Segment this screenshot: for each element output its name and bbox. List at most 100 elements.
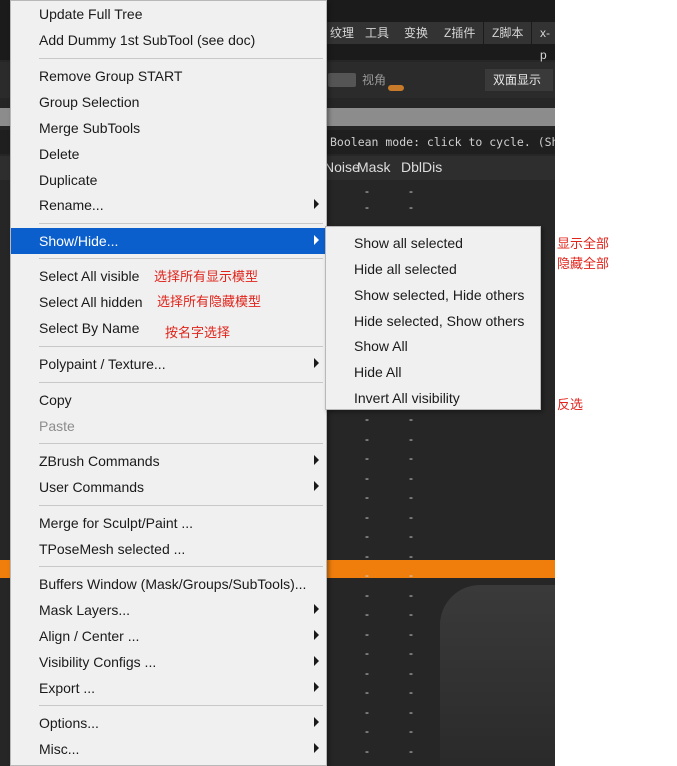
menu-item-paste: Paste xyxy=(11,413,326,439)
menu-item-label: Copy xyxy=(39,392,72,408)
cell-value: - xyxy=(409,744,413,758)
menu-item-label: Group Selection xyxy=(39,94,140,110)
submenu-arrow-icon xyxy=(314,656,319,666)
menu-item-label: Misc... xyxy=(39,741,80,757)
menu-separator xyxy=(39,505,323,506)
menu-separator xyxy=(39,58,323,59)
submenu-item-show-all-selected[interactable]: Show all selected xyxy=(326,230,540,256)
submenu-item-invert-all-visibility[interactable]: Invert All visibility xyxy=(326,385,540,411)
cell-value: - xyxy=(365,432,369,446)
cell-value: - xyxy=(365,490,369,504)
menu-item-delete[interactable]: Delete xyxy=(11,141,326,167)
submenu-item-label: Show all selected xyxy=(354,235,463,251)
menu-item-label: ZBrush Commands xyxy=(39,453,160,469)
cell-value: - xyxy=(365,529,369,543)
cell-value: - xyxy=(365,627,369,641)
menu-item-label: Show/Hide... xyxy=(39,233,119,249)
cell-value: - xyxy=(409,412,413,426)
submenu-arrow-icon xyxy=(314,682,319,692)
view-slider-handle[interactable] xyxy=(388,85,404,91)
menu-separator xyxy=(39,443,323,444)
menu-separator xyxy=(39,566,323,567)
cell-value: - xyxy=(365,685,369,699)
menu-item-zbrush-commands[interactable]: ZBrush Commands xyxy=(11,448,326,474)
menu-item-misc[interactable]: Misc... xyxy=(11,736,326,762)
cell-value: - xyxy=(365,510,369,524)
menu-zplugin[interactable]: Z插件 xyxy=(436,22,485,44)
view-label: 视角 xyxy=(362,73,387,87)
menu-item-label: Merge SubTools xyxy=(39,120,141,136)
subtool-context-menu: Update Full Tree Add Dummy 1st SubTool (… xyxy=(10,0,327,766)
submenu-arrow-icon xyxy=(314,743,319,753)
menu-item-merge-for-sculpt[interactable]: Merge for Sculpt/Paint ... xyxy=(11,510,326,536)
menu-item-label: Rename... xyxy=(39,197,104,213)
annotation-select-all-visible: 选择所有显示模型 xyxy=(154,269,259,284)
menu-item-options[interactable]: Options... xyxy=(11,710,326,736)
cell-value: - xyxy=(409,184,413,198)
menu-item-label: Buffers Window (Mask/Groups/SubTools)... xyxy=(39,576,307,592)
column-header-dbldis[interactable]: DblDis xyxy=(401,159,442,175)
menu-item-export[interactable]: Export ... xyxy=(11,675,326,701)
menu-item-label: Mask Layers... xyxy=(39,602,131,618)
cell-value: - xyxy=(365,705,369,719)
show-hide-submenu: Show all selected Hide all selected Show… xyxy=(325,226,541,410)
cell-value: - xyxy=(409,607,413,621)
cell-value: - xyxy=(409,666,413,680)
menu-item-buffers-window[interactable]: Buffers Window (Mask/Groups/SubTools)... xyxy=(11,571,326,597)
cell-value: - xyxy=(365,451,369,465)
annotation-select-by-name: 按名字选择 xyxy=(165,325,231,340)
slider[interactable] xyxy=(328,73,356,87)
menu-item-merge-subtools[interactable]: Merge SubTools xyxy=(11,115,326,141)
menu-item-align-center[interactable]: Align / Center ... xyxy=(11,623,326,649)
menu-item-visibility-configs[interactable]: Visibility Configs ... xyxy=(11,649,326,675)
submenu-item-hide-all[interactable]: Hide All xyxy=(326,359,540,385)
column-header-mask[interactable]: Mask xyxy=(357,159,390,175)
menu-item-duplicate[interactable]: Duplicate xyxy=(11,167,326,193)
menu-transform[interactable]: 变换 xyxy=(396,22,438,44)
status-text: Boolean mode: click to cycle. (Shif xyxy=(330,135,555,149)
cell-value: - xyxy=(409,705,413,719)
column-header-noise[interactable]: Noise xyxy=(324,159,360,175)
submenu-item-hide-selected-show-others[interactable]: Hide selected, Show others xyxy=(326,308,540,334)
submenu-item-label: Show All xyxy=(354,338,408,354)
menu-item-label: Update Full Tree xyxy=(39,6,143,22)
menu-item-add-dummy[interactable]: Add Dummy 1st SubTool (see doc) xyxy=(11,27,326,53)
menu-item-copy[interactable]: Copy xyxy=(11,387,326,413)
cell-value: - xyxy=(409,451,413,465)
menu-item-user-commands[interactable]: User Commands xyxy=(11,474,326,500)
menu-xp[interactable]: x-p xyxy=(532,22,555,62)
cell-value: - xyxy=(409,627,413,641)
menu-item-tposemesh-selected[interactable]: TPoseMesh selected ... xyxy=(11,536,326,562)
menu-tool[interactable]: 工具 xyxy=(357,22,399,44)
cell-value: - xyxy=(365,200,369,214)
menu-item-group-selection[interactable]: Group Selection xyxy=(11,89,326,115)
menu-item-remove-group-start[interactable]: Remove Group START xyxy=(11,63,326,89)
cell-value: - xyxy=(365,471,369,485)
cell-value: - xyxy=(365,607,369,621)
submenu-item-hide-all-selected[interactable]: Hide all selected xyxy=(326,256,540,282)
annotation-show-all: 显示全部 xyxy=(557,236,610,251)
cell-value: - xyxy=(409,432,413,446)
submenu-item-label: Invert All visibility xyxy=(354,390,460,406)
menu-item-polypaint-texture[interactable]: Polypaint / Texture... xyxy=(11,351,326,377)
menu-item-show-hide[interactable]: Show/Hide... xyxy=(11,228,326,254)
cell-value: - xyxy=(365,412,369,426)
annotation-hide-all: 隐藏全部 xyxy=(557,256,610,271)
cell-value: - xyxy=(365,744,369,758)
double-sided-button[interactable]: 双面显示 xyxy=(485,69,553,91)
menu-item-mask-layers[interactable]: Mask Layers... xyxy=(11,597,326,623)
menu-separator xyxy=(39,346,323,347)
menu-item-rename[interactable]: Rename... xyxy=(11,192,326,218)
menu-item-label: Delete xyxy=(39,146,80,162)
menu-zscript[interactable]: Z脚本 xyxy=(484,22,533,44)
menu-item-label: Merge for Sculpt/Paint ... xyxy=(39,515,194,531)
cell-value: - xyxy=(409,685,413,699)
menu-item-label: Remove Group START xyxy=(39,68,183,84)
cell-value: - xyxy=(409,724,413,738)
menu-separator xyxy=(39,382,323,383)
submenu-item-show-selected-hide-others[interactable]: Show selected, Hide others xyxy=(326,282,540,308)
submenu-item-show-all[interactable]: Show All xyxy=(326,333,540,359)
cell-value: - xyxy=(365,588,369,602)
menu-item-update-full-tree[interactable]: Update Full Tree xyxy=(11,1,326,27)
menu-item-label: Add Dummy 1st SubTool (see doc) xyxy=(39,32,256,48)
